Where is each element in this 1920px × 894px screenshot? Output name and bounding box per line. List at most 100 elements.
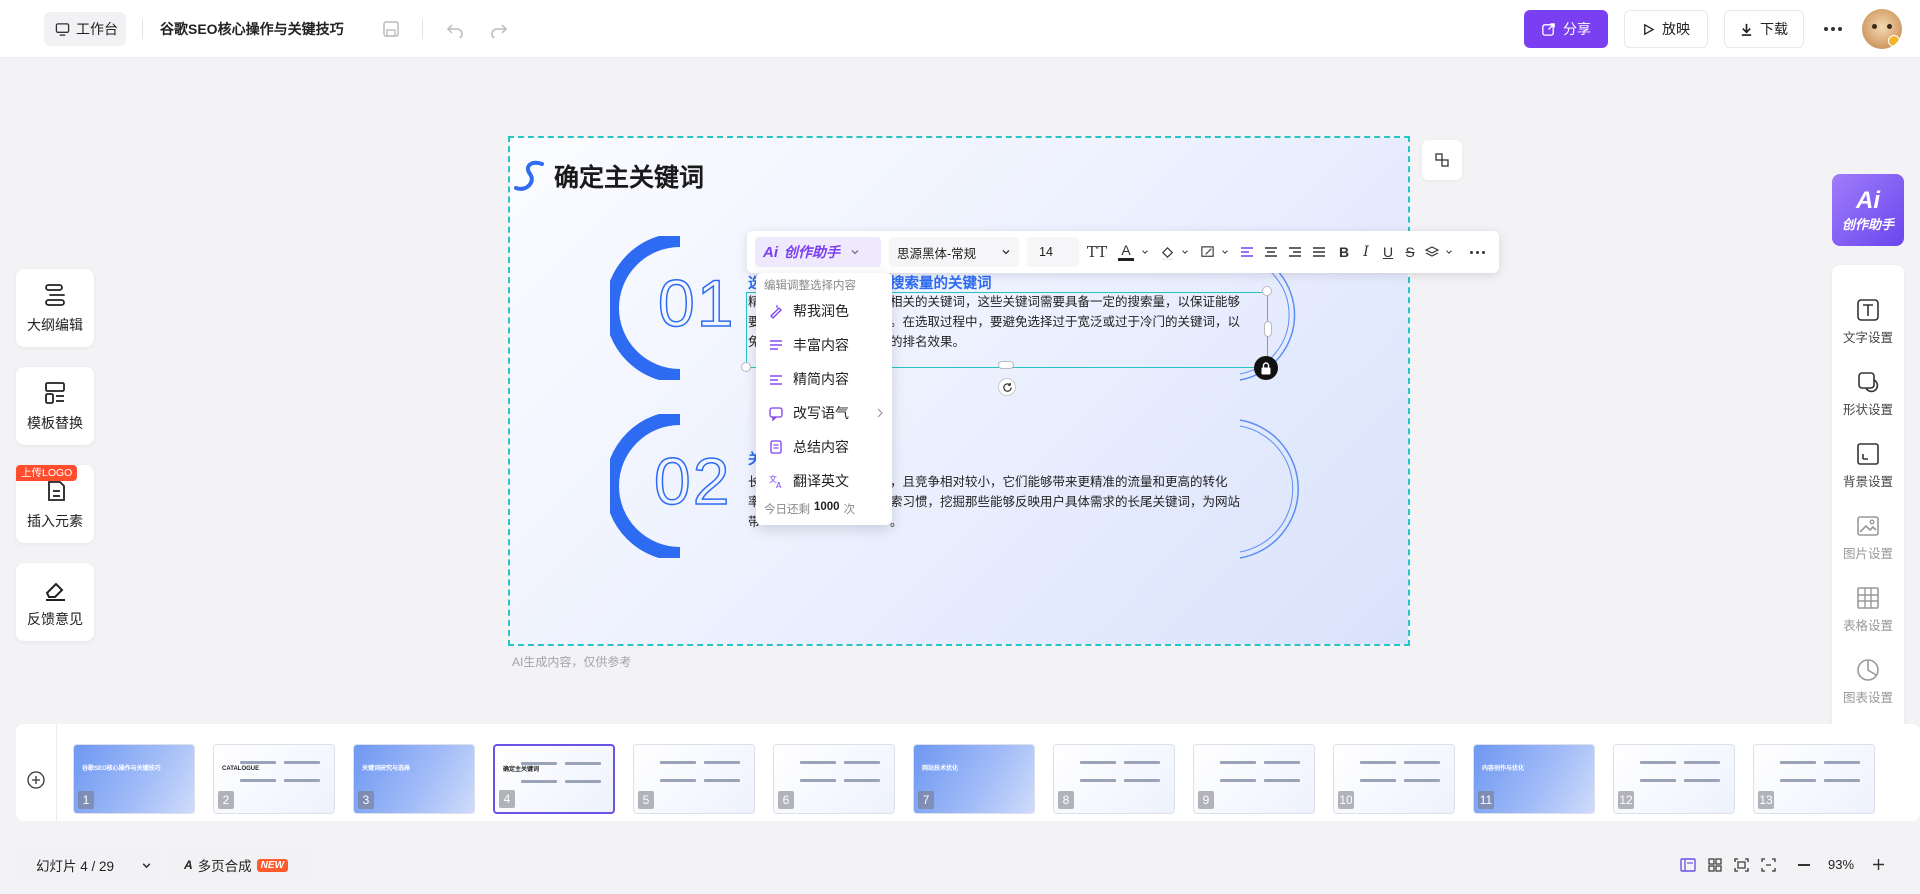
underline-icon[interactable]: U — [1377, 231, 1399, 273]
item1-heading[interactable]: 搜索量的关键词 — [890, 272, 992, 293]
background-settings-icon — [1856, 442, 1880, 466]
ai-assistant-dropdown[interactable]: Ai 创作助手 — [755, 237, 881, 267]
list-view-icon[interactable] — [1680, 858, 1696, 875]
upload-logo-badge[interactable]: 上传LOGO — [16, 465, 78, 481]
slide-replace-icon[interactable] — [1422, 140, 1462, 180]
slide-thumbnail[interactable]: 13 — [1753, 744, 1875, 814]
redo-icon[interactable] — [488, 18, 510, 40]
italic-icon[interactable]: I — [1355, 231, 1377, 273]
thumb-text-line — [1640, 779, 1676, 782]
workspace-label: 工作台 — [76, 21, 118, 37]
menu-item-translate[interactable]: 文A 翻译英文 — [756, 464, 892, 498]
feedback-button[interactable]: 反馈意见 — [16, 563, 94, 641]
slide-thumbnail[interactable]: 关键词研究与选择 3 — [353, 744, 475, 814]
slide-canvas[interactable]: 确定主关键词 01 选 搜索量的关键词 相关的关键词，这些关键词需要具备一定的搜… — [508, 136, 1410, 646]
workspace-button[interactable]: 工作台 — [44, 12, 126, 46]
slide-counter-dropdown[interactable]: 幻灯片 4 / 29 — [16, 849, 162, 881]
more-icon[interactable] — [1820, 18, 1846, 40]
justify-icon[interactable] — [1307, 231, 1331, 273]
slide-title[interactable]: 确定主关键词 — [554, 158, 704, 194]
align-right-icon[interactable] — [1283, 231, 1307, 273]
table-settings-button[interactable]: 表格设置 — [1832, 577, 1904, 643]
download-button[interactable]: 下载 — [1724, 10, 1804, 48]
layers-icon[interactable] — [1421, 231, 1443, 273]
chart-settings-button[interactable]: 图表设置 — [1832, 649, 1904, 715]
font-family-value: 思源黑体-常规 — [897, 246, 977, 261]
background-settings-button[interactable]: 背景设置 — [1832, 433, 1904, 499]
slide-thumbnail[interactable]: 8 — [1053, 744, 1175, 814]
resize-handle[interactable] — [1264, 321, 1272, 337]
slide-thumbnail[interactable]: CATALOGUE 2 — [213, 744, 335, 814]
menu-item-polish[interactable]: 帮我润色 — [756, 294, 892, 328]
slide-thumbnail[interactable]: 6 — [773, 744, 895, 814]
outline-edit-label: 大纲编辑 — [27, 317, 83, 333]
undo-icon[interactable] — [444, 18, 466, 40]
border-color-icon[interactable] — [1195, 231, 1219, 273]
highlight-fill-icon[interactable] — [1155, 231, 1179, 273]
thumb-title: 内容创作与优化 — [1482, 766, 1525, 772]
play-icon — [1642, 23, 1655, 36]
chevron-down-icon[interactable] — [1219, 231, 1231, 273]
ai-quota: 今日还剩 1000 次 — [764, 501, 855, 517]
slide-thumbnail[interactable]: 12 — [1613, 744, 1735, 814]
menu-item-summarize[interactable]: 总结内容 — [756, 430, 892, 464]
resize-handle[interactable] — [1262, 286, 1272, 296]
font-family-select[interactable]: 思源黑体-常规 — [889, 237, 1019, 267]
add-slide-icon[interactable] — [26, 770, 46, 790]
chevron-down-icon[interactable] — [1139, 231, 1151, 273]
chevron-down-icon[interactable] — [1179, 231, 1191, 273]
font-size-value: 14 — [1039, 245, 1053, 259]
align-left-icon[interactable] — [1235, 231, 1259, 273]
shape-settings-button[interactable]: 形状设置 — [1832, 361, 1904, 427]
item2-text-line-b[interactable]: 索习惯，挖掘那些能够反映用户具体需求的长尾关键词，为网站 — [890, 492, 1240, 512]
text-settings-button[interactable]: 文字设置 — [1832, 289, 1904, 355]
strikethrough-icon[interactable]: S — [1399, 231, 1421, 273]
item2-text-line-a[interactable]: ，且竞争相对较小，它们能够带来更精准的流量和更高的转化 — [890, 472, 1228, 492]
menu-item-rewrite-tone[interactable]: 改写语气 — [756, 396, 892, 430]
bold-icon[interactable]: B — [1333, 231, 1355, 273]
slide-thumbnail[interactable]: 5 — [633, 744, 755, 814]
resize-handle[interactable] — [998, 361, 1014, 369]
slide-thumbnail[interactable]: 谷歌SEO核心操作与关键技巧 1 — [73, 744, 195, 814]
slide-thumbnail[interactable]: 确定主关键词 4 — [493, 744, 615, 814]
menu-item-enrich[interactable]: 丰富内容 — [756, 328, 892, 362]
chevron-down-icon[interactable] — [1443, 231, 1455, 273]
zoom-out-icon[interactable] — [1798, 864, 1810, 866]
grid-view-icon[interactable] — [1708, 858, 1722, 875]
template-replace-button[interactable]: 模板替换 — [16, 367, 94, 445]
share-button[interactable]: 分享 — [1524, 10, 1608, 48]
number-02[interactable]: 02 — [653, 447, 731, 515]
resize-handle[interactable] — [741, 362, 751, 372]
text-size-icon[interactable]: TT — [1085, 231, 1109, 273]
share-icon — [1541, 22, 1556, 37]
doc-title[interactable]: 谷歌SEO核心操作与关键技巧 — [160, 19, 344, 39]
play-button[interactable]: 放映 — [1624, 10, 1708, 48]
more-options-icon[interactable] — [1463, 231, 1491, 273]
save-icon[interactable] — [380, 18, 402, 40]
right-arc-decoration-2 — [1236, 416, 1316, 565]
avatar[interactable] — [1862, 9, 1902, 49]
menu-item-simplify[interactable]: 精简内容 — [756, 362, 892, 396]
ai-creation-assistant-button[interactable]: Ai 创作助手 — [1832, 174, 1904, 246]
slide-thumbnail[interactable]: 内容创作与优化 11 — [1473, 744, 1595, 814]
font-color-icon[interactable]: A — [1113, 231, 1139, 273]
fullscreen-icon[interactable] — [1761, 858, 1776, 875]
chart-settings-label: 图表设置 — [1842, 691, 1893, 705]
font-size-input[interactable]: 14 — [1027, 237, 1079, 267]
slide-thumbnail[interactable]: 9 — [1193, 744, 1315, 814]
thumb-number: 3 — [358, 791, 374, 809]
slide-thumbnail[interactable]: 10 — [1333, 744, 1455, 814]
image-settings-button[interactable]: 图片设置 — [1832, 505, 1904, 571]
rotate-icon[interactable] — [998, 378, 1016, 396]
zoom-in-icon[interactable] — [1872, 858, 1885, 874]
slide-thumbnail[interactable]: 网站技术优化 7 — [913, 744, 1035, 814]
lock-icon[interactable] — [1254, 356, 1278, 380]
outline-edit-button[interactable]: 大纲编辑 — [16, 269, 94, 347]
thumb-text-line — [240, 761, 276, 764]
multi-page-merge-button[interactable]: A 多页合成 NEW — [170, 849, 312, 881]
fit-screen-icon[interactable] — [1734, 858, 1749, 875]
zoom-level[interactable]: 93% — [1828, 857, 1854, 872]
top-bar: 工作台 谷歌SEO核心操作与关键技巧 分享 放映 下载 — [0, 0, 1920, 58]
align-center-icon[interactable] — [1259, 231, 1283, 273]
number-01[interactable]: 01 — [657, 269, 735, 337]
